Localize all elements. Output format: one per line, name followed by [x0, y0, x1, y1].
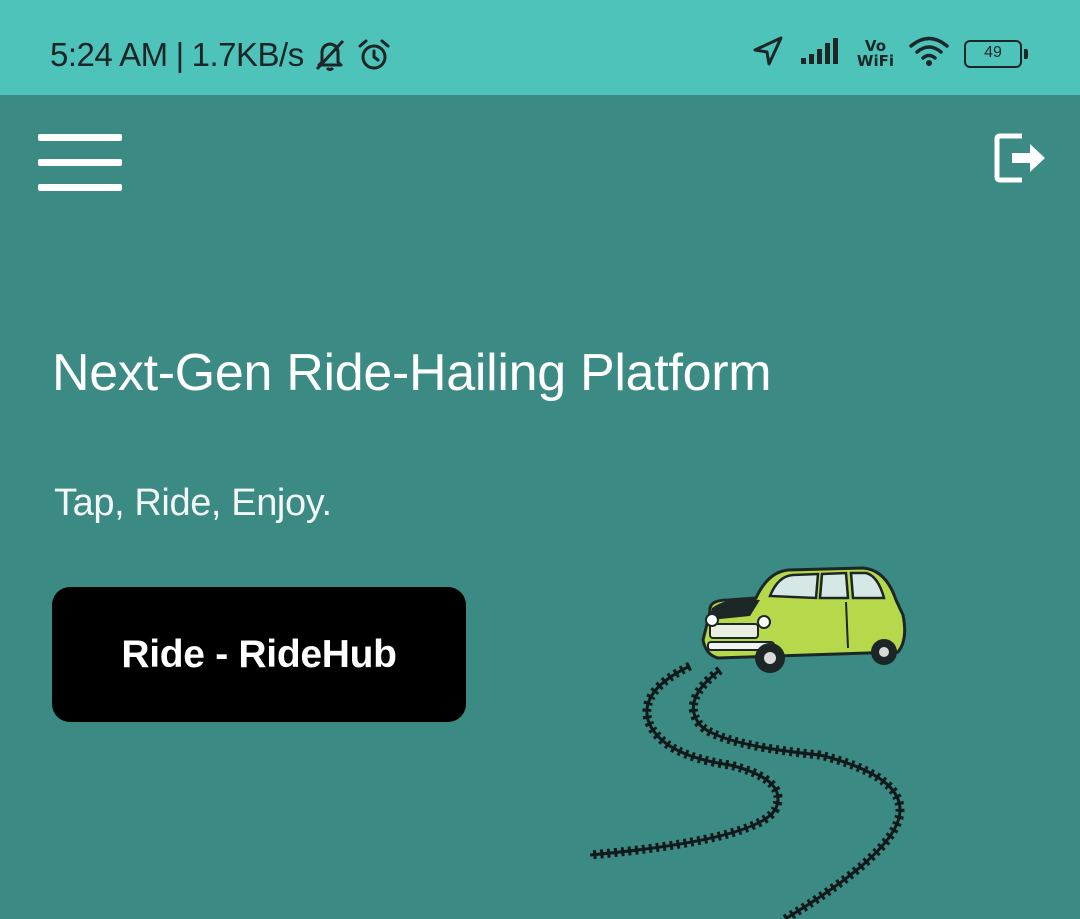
tire-tracks [589, 661, 905, 919]
battery-level: 49 [984, 43, 1002, 61]
green-car-icon [701, 566, 907, 673]
menu-button[interactable] [38, 134, 122, 192]
alarm-icon [356, 37, 392, 73]
vowifi-icon: Vo WiFi [856, 38, 894, 70]
hamburger-menu-icon [38, 134, 122, 141]
status-separator: | [175, 36, 185, 73]
status-right: Vo WiFi 49 [751, 34, 1028, 73]
notifications-off-icon [312, 38, 348, 72]
hamburger-menu-icon-line3 [38, 184, 122, 191]
logout-button[interactable] [994, 130, 1048, 186]
tire-tracks-inner [589, 664, 902, 919]
car-illustration [570, 550, 970, 919]
hero-subtitle: Tap, Ride, Enjoy. [54, 482, 332, 524]
location-arrow-icon [751, 34, 785, 73]
logout-icon [994, 133, 1045, 183]
status-time: 5:24 AM [50, 36, 168, 73]
network-speed: 1.7KB/s [191, 36, 305, 73]
battery-icon: 49 [964, 39, 1028, 68]
wifi-icon [908, 35, 950, 72]
hamburger-menu-icon-line2 [38, 159, 122, 166]
status-left: 5:24 AM | 1.7KB/s [50, 36, 392, 74]
cell-signal-icon [799, 36, 843, 71]
status-bar: 5:24 AM | 1.7KB/s Vo WiFi 49 [0, 0, 1080, 95]
hero-title: Next-Gen Ride-Hailing Platform [52, 344, 772, 402]
ride-button[interactable]: Ride - RideHub [52, 587, 466, 722]
vowifi-line2: WiFi [856, 51, 894, 70]
